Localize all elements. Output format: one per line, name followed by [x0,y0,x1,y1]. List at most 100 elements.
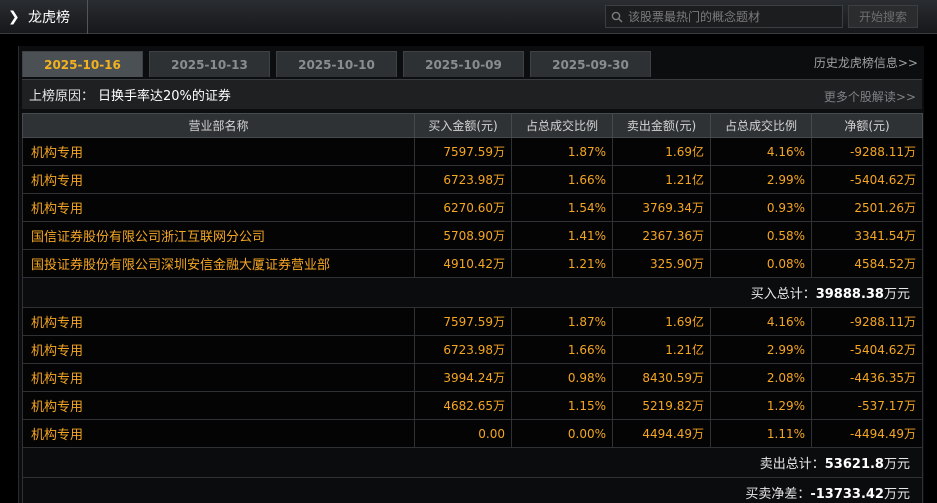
sell-row[interactable]: 机构专用 6723.98万 1.66% 1.21亿 2.99% -5404.62万 [22,335,923,364]
branch-name[interactable]: 机构专用 [22,419,415,448]
table-cell: 4494.49万 [612,419,711,448]
chevron-right-icon: ❯ [8,9,20,25]
table-cell: 1.54% [511,193,613,222]
tab-date-3[interactable]: 2025-10-10 [276,51,397,77]
search-input[interactable] [628,9,842,24]
tab-date-5[interactable]: 2025-09-30 [530,51,651,77]
search-icon [606,11,628,23]
buy-total-row: 买入总计：39888.38万元 [22,277,923,308]
sell-row[interactable]: 机构专用 0.00 0.00% 4494.49万 1.11% -4494.49万 [22,419,923,448]
sell-row[interactable]: 机构专用 3994.24万 0.98% 8430.59万 2.08% -4436.35万 [22,363,923,392]
col-header: 卖出金额(元) [612,113,711,138]
module-title[interactable]: ❯ 龙虎榜 [0,0,88,34]
branch-name[interactable]: 机构专用 [22,137,415,166]
reason-value: 日换手率达20%的证券 [98,89,231,104]
tab-date-4[interactable]: 2025-10-09 [403,51,524,77]
table-cell: 4.16% [710,137,812,166]
table-cell: 0.00% [511,419,613,448]
dragon-tiger-panel: 2025-10-16 2025-10-13 2025-10-10 2025-10… [18,46,924,503]
table-cell: 1.69亿 [612,307,711,336]
table-cell: 2501.26万 [811,193,923,222]
top-bar: ❯ 龙虎榜 开始搜索 [0,0,937,34]
branch-name[interactable]: 机构专用 [22,193,415,222]
table-cell: 1.69亿 [612,137,711,166]
net-diff-value: -13733.42 [810,487,884,502]
table-cell: 6270.60万 [414,193,512,222]
buy-row[interactable]: 机构专用 6270.60万 1.54% 3769.34万 0.93% 2501.26万 [22,193,923,222]
branch-name[interactable]: 机构专用 [22,335,415,364]
branch-name[interactable]: 机构专用 [22,165,415,194]
buy-total-label: 买入总计： [750,287,816,302]
table-cell: 4584.52万 [811,249,923,278]
table-cell: 6723.98万 [414,335,512,364]
table-cell: 7597.59万 [414,307,512,336]
buy-row[interactable]: 国投证券股份有限公司深圳安信金融大厦证券营业部 4910.42万 1.21% 325.… [22,249,923,278]
table-cell: -5404.62万 [811,165,923,194]
table-cell: 0.08% [710,249,812,278]
table-cell: -9288.11万 [811,137,923,166]
search-button[interactable]: 开始搜索 [848,5,918,28]
table-cell: -537.17万 [811,391,923,420]
buy-row[interactable]: 机构专用 6723.98万 1.66% 1.21亿 2.99% -5404.62万 [22,165,923,194]
table-cell: 1.66% [511,165,613,194]
table-cell: 3994.24万 [414,363,512,392]
search-box[interactable] [605,5,843,28]
table-cell: 0.00 [414,419,512,448]
branch-name[interactable]: 国信证券股份有限公司浙江互联网分公司 [22,221,415,250]
col-header: 买入金额(元) [414,113,512,138]
table-cell: 4.16% [710,307,812,336]
table-cell: 1.21亿 [612,335,711,364]
table-cell: 1.21% [511,249,613,278]
table-cell: 1.87% [511,307,613,336]
table-cell: 325.90万 [612,249,711,278]
table-cell: 0.93% [710,193,812,222]
table-cell: -4436.35万 [811,363,923,392]
sell-row[interactable]: 机构专用 7597.59万 1.87% 1.69亿 4.16% -9288.11万 [22,307,923,336]
branch-name[interactable]: 机构专用 [22,391,415,420]
table-cell: 0.58% [710,221,812,250]
tab-date-2[interactable]: 2025-10-13 [149,51,270,77]
sell-total-value: 53621.8 [824,457,884,472]
net-diff-label: 买卖净差： [745,487,811,502]
table-cell: 1.41% [511,221,613,250]
table-cell: 4910.42万 [414,249,512,278]
more-analysis-link[interactable]: 更多个股解读>> [824,88,916,105]
buy-total-unit: 万元 [883,287,910,302]
date-tabs: 2025-10-16 2025-10-13 2025-10-10 2025-10… [22,51,657,77]
sell-total-label: 卖出总计： [759,457,825,472]
tab-date-1[interactable]: 2025-10-16 [22,51,143,77]
table-cell: 2.99% [710,335,812,364]
table-cell: -9288.11万 [811,307,923,336]
table-cell: 1.15% [511,391,613,420]
table-cell: 1.11% [710,419,812,448]
branch-name[interactable]: 国投证券股份有限公司深圳安信金融大厦证券营业部 [22,249,415,278]
table-cell: 3769.34万 [612,193,711,222]
col-header: 营业部名称 [22,113,415,138]
table-cell: 6723.98万 [414,165,512,194]
table-cell: 2367.36万 [612,221,711,250]
sell-total-unit: 万元 [883,457,910,472]
sell-row[interactable]: 机构专用 4682.65万 1.15% 5219.82万 1.29% -537.17万 [22,391,923,420]
table-cell: 2.08% [710,363,812,392]
table-cell: 8430.59万 [612,363,711,392]
table-cell: 2.99% [710,165,812,194]
buy-row[interactable]: 国信证券股份有限公司浙江互联网分公司 5708.90万 1.41% 2367.36万 0… [22,221,923,250]
trade-table: 营业部名称 买入金额(元) 占总成交比例 卖出金额(元) 占总成交比例 净额(元… [22,113,923,503]
table-cell: 7597.59万 [414,137,512,166]
branch-name[interactable]: 机构专用 [22,307,415,336]
table-cell: 3341.54万 [811,221,923,250]
col-header: 净额(元) [811,113,923,138]
net-diff-row: 买卖净差：-13733.42万元 [22,477,923,503]
buy-row[interactable]: 机构专用 7597.59万 1.87% 1.69亿 4.16% -9288.11万 [22,137,923,166]
table-cell: 1.21亿 [612,165,711,194]
net-diff-unit: 万元 [883,487,910,502]
branch-name[interactable]: 机构专用 [22,363,415,392]
table-cell: 1.29% [710,391,812,420]
reason-label: 上榜原因： [29,89,95,104]
listing-reason-bar: 上榜原因： 日换手率达20%的证券 更多个股解读>> [22,79,922,109]
col-header: 占总成交比例 [511,113,613,138]
table-cell: 1.66% [511,335,613,364]
history-link[interactable]: 历史龙虎榜信息>> [814,54,918,71]
sell-total-row: 卖出总计：53621.8万元 [22,447,923,478]
table-cell: 0.98% [511,363,613,392]
